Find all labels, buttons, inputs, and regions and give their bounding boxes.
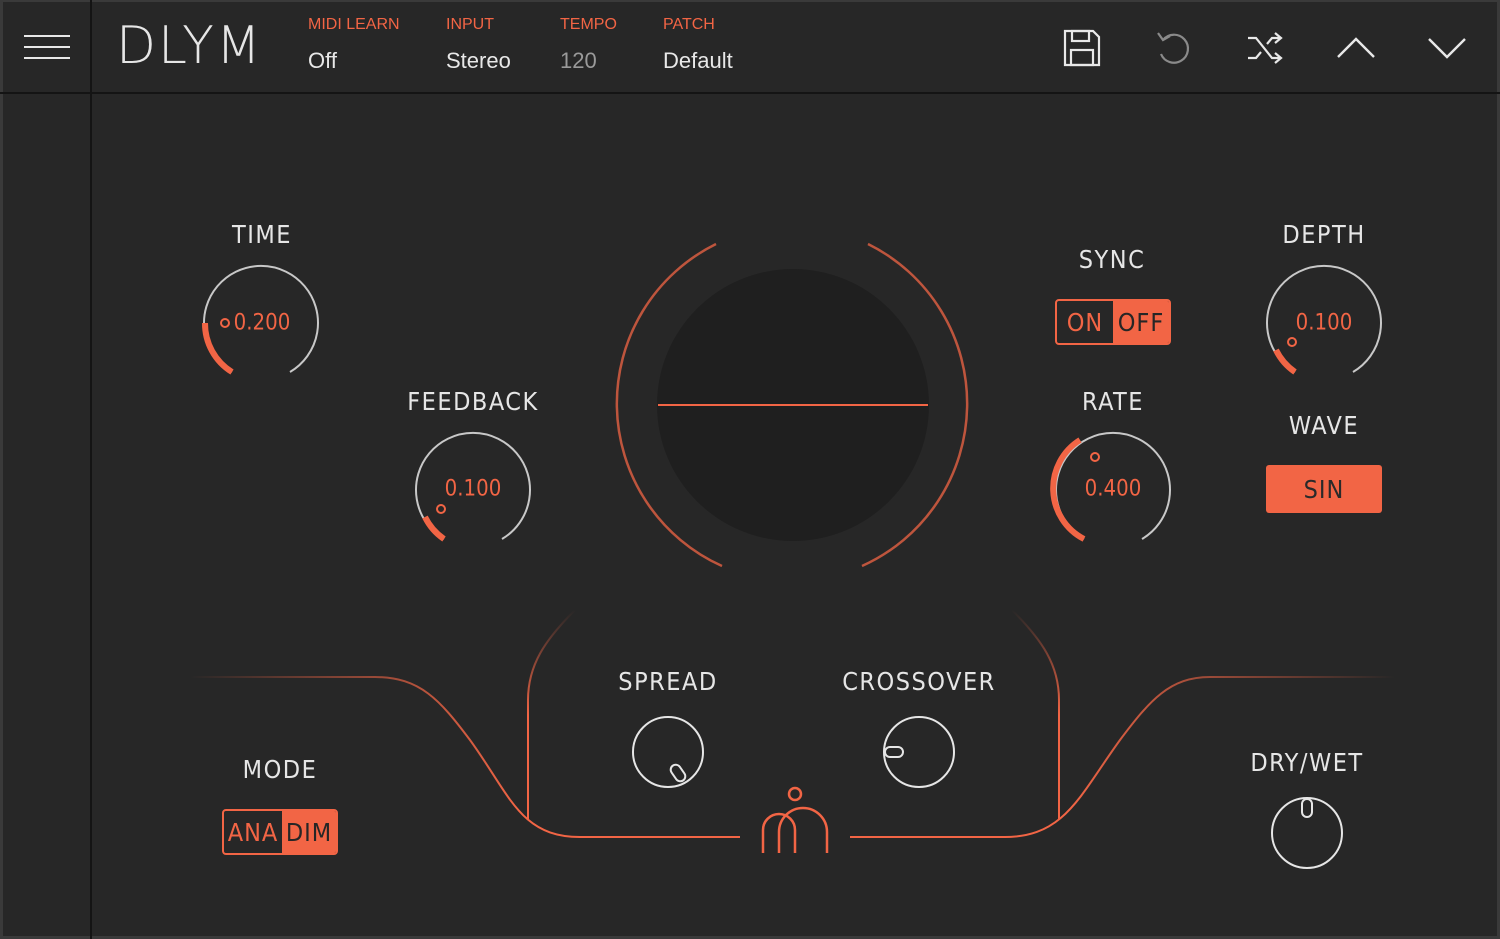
sync-toggle[interactable]: ON OFF bbox=[1055, 299, 1171, 345]
brand-mark-icon bbox=[761, 786, 829, 853]
feedback-label: FEEDBACK bbox=[407, 387, 539, 416]
rate-label: RATE bbox=[1082, 387, 1144, 416]
depth-label: DEPTH bbox=[1282, 220, 1366, 249]
sync-label: SYNC bbox=[1078, 245, 1146, 274]
time-label: TIME bbox=[232, 220, 292, 249]
crossover-label: CROSSOVER bbox=[842, 667, 996, 696]
wave-button[interactable]: SIN bbox=[1266, 465, 1382, 513]
crossover-knob[interactable] bbox=[883, 716, 955, 788]
time-value: 0.200 bbox=[233, 310, 291, 336]
sync-off-option[interactable]: OFF bbox=[1113, 301, 1169, 343]
mode-dim-option[interactable]: DIM bbox=[282, 811, 336, 853]
mode-toggle[interactable]: ANA DIM bbox=[222, 809, 338, 855]
depth-value: 0.100 bbox=[1295, 310, 1353, 336]
spread-knob[interactable] bbox=[632, 716, 704, 788]
sync-on-option[interactable]: ON bbox=[1057, 301, 1113, 343]
feedback-value: 0.100 bbox=[444, 476, 502, 502]
dry-wet-label: DRY/WET bbox=[1250, 748, 1364, 777]
spread-label: SPREAD bbox=[618, 667, 718, 696]
plugin-window: DLYM MIDI LEARN Off INPUT Stereo TEMPO 1… bbox=[0, 0, 1500, 939]
delay-visualizer bbox=[615, 242, 969, 568]
rate-value: 0.400 bbox=[1084, 476, 1142, 502]
wave-label: WAVE bbox=[1288, 411, 1360, 440]
mode-label: MODE bbox=[242, 755, 318, 784]
dry-wet-knob[interactable] bbox=[1271, 797, 1343, 869]
mode-ana-option[interactable]: ANA bbox=[224, 811, 282, 853]
